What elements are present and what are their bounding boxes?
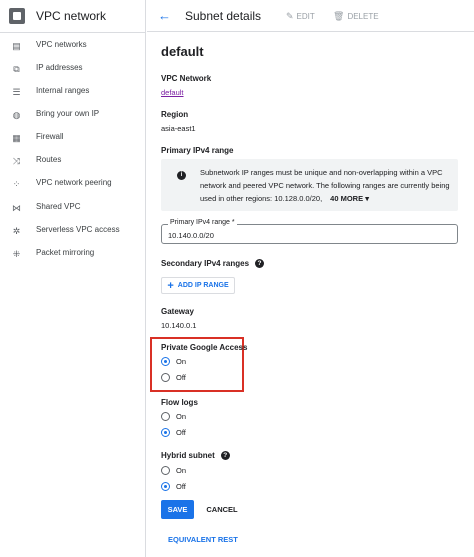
sidebar-item-label: Bring your own IP: [36, 109, 100, 118]
hybrid-subnet-heading: Hybrid subnet?: [161, 451, 230, 461]
private-access-on-radio[interactable]: On: [161, 357, 186, 366]
info-banner: i Subnetwork IP ranges must be unique an…: [161, 159, 458, 211]
vpc-network-label: VPC Network: [161, 74, 212, 83]
flow-logs-label: Flow logs: [161, 398, 198, 407]
back-arrow-icon[interactable]: ←: [158, 9, 172, 23]
peering-icon: ⁘: [12, 179, 21, 189]
hybrid-subnet-label: Hybrid subnet: [161, 451, 215, 460]
save-button[interactable]: SAVE: [161, 500, 194, 519]
secondary-ranges-heading: Secondary IPv4 ranges?: [161, 259, 265, 269]
radio-selected-icon: [161, 482, 170, 491]
gateway-value: 10.140.0.1: [161, 321, 197, 330]
globe-icon: ◍: [12, 110, 21, 120]
radio-unselected-icon: [161, 373, 170, 382]
plus-icon: +: [167, 279, 174, 292]
sidebar-item-label: Shared VPC: [36, 202, 81, 211]
radio-label: Off: [176, 428, 186, 437]
primary-range-field-label: Primary IPv4 range *: [168, 219, 237, 226]
radio-label: On: [176, 357, 187, 366]
sidebar-item-routes[interactable]: ⤨ Routes: [0, 151, 146, 171]
private-google-access-label: Private Google Access: [161, 343, 248, 352]
sidebar-item-label: Firewall: [36, 132, 64, 141]
flow-logs-off-radio[interactable]: Off: [161, 428, 186, 437]
region-value: asia-east1: [161, 124, 196, 133]
edit-button[interactable]: ✎ EDIT: [286, 11, 315, 22]
primary-range-value: 10.140.0.0/20: [168, 231, 214, 240]
private-access-off-radio[interactable]: Off: [161, 373, 186, 382]
top-bar: ← Subnet details ✎ EDIT 🗑 DELETE: [147, 0, 474, 32]
caret-down-icon: ▾: [365, 194, 369, 203]
sidebar: VPC network ▤ VPC networks ⧉ IP addresse…: [0, 0, 146, 557]
sidebar-item-label: Packet mirroring: [36, 248, 95, 257]
hybrid-subnet-off-radio[interactable]: Off: [161, 482, 186, 491]
radio-label: On: [176, 466, 187, 475]
info-icon: i: [177, 171, 186, 180]
flow-logs-on-radio[interactable]: On: [161, 412, 186, 421]
delete-button[interactable]: 🗑 DELETE: [333, 11, 379, 22]
secondary-ranges-label: Secondary IPv4 ranges: [161, 259, 250, 268]
radio-unselected-icon: [161, 466, 170, 475]
sidebar-item-packet-mirroring[interactable]: ⁜ Packet mirroring: [0, 244, 146, 264]
sidebar-title: VPC network: [36, 9, 107, 23]
hybrid-subnet-on-radio[interactable]: On: [161, 466, 186, 475]
more-ranges-toggle[interactable]: 40 MORE ▾: [330, 194, 369, 203]
routes-icon: ⤨: [12, 156, 21, 166]
info-message: Subnetwork IP ranges must be unique and …: [200, 168, 450, 203]
radio-label: Off: [176, 482, 186, 491]
sidebar-item-label: Routes: [36, 155, 62, 164]
sidebar-item-label: VPC networks: [36, 40, 87, 49]
packet-mirroring-icon: ⁜: [12, 249, 21, 259]
ip-addresses-icon: ⧉: [13, 64, 20, 74]
sidebar-item-bring-your-own-ip[interactable]: ◍ Bring your own IP: [0, 105, 146, 125]
sidebar-item-ip-addresses[interactable]: ⧉ IP addresses: [0, 59, 146, 79]
delete-label: DELETE: [347, 12, 379, 21]
add-ip-range-button[interactable]: + ADD IP RANGE: [161, 277, 235, 294]
radio-selected-icon: [161, 428, 170, 437]
gateway-label: Gateway: [161, 307, 194, 316]
help-icon[interactable]: ?: [255, 259, 265, 269]
equivalent-rest-button[interactable]: EQUIVALENT REST: [168, 535, 238, 544]
sidebar-item-internal-ranges[interactable]: ☰ Internal ranges: [0, 82, 146, 102]
sidebar-item-shared-vpc[interactable]: ⋈ Shared VPC: [0, 198, 146, 218]
cancel-button[interactable]: CANCEL: [205, 500, 239, 519]
help-icon[interactable]: ?: [220, 451, 230, 461]
sidebar-item-label: Internal ranges: [36, 86, 90, 95]
sidebar-item-label: VPC network peering: [36, 178, 112, 187]
vpc-network-link[interactable]: default: [161, 88, 184, 97]
serverless-icon: ✲: [12, 226, 21, 236]
subnet-name: default: [161, 44, 204, 59]
sidebar-item-label: IP addresses: [36, 63, 83, 72]
sidebar-item-firewall[interactable]: ▦ Firewall: [0, 128, 146, 148]
vpc-network-logo-icon: [9, 8, 25, 24]
edit-label: EDIT: [296, 12, 315, 21]
shared-vpc-icon: ⋈: [12, 203, 21, 213]
radio-selected-icon: [161, 357, 170, 366]
sidebar-item-vpc-networks[interactable]: ▤ VPC networks: [0, 36, 146, 56]
radio-label: Off: [176, 373, 186, 382]
internal-ranges-icon: ☰: [12, 87, 21, 97]
vpc-networks-icon: ▤: [12, 41, 21, 51]
trash-icon: 🗑: [333, 11, 345, 21]
sidebar-item-vpc-network-peering[interactable]: ⁘ VPC network peering: [0, 174, 146, 194]
more-ranges-label: 40 MORE: [330, 194, 364, 203]
add-ip-range-label: ADD IP RANGE: [177, 282, 229, 289]
firewall-icon: ▦: [12, 133, 21, 143]
sidebar-item-label: Serverless VPC access: [36, 225, 120, 234]
pencil-icon: ✎: [286, 11, 294, 21]
info-text: Subnetwork IP ranges must be unique and …: [200, 166, 450, 205]
primary-range-label: Primary IPv4 range: [161, 146, 234, 155]
sidebar-divider: [0, 32, 146, 33]
page-title: Subnet details: [185, 9, 262, 23]
region-label: Region: [161, 110, 189, 119]
primary-range-input[interactable]: Primary IPv4 range * 10.140.0.0/20: [161, 219, 458, 244]
subnet-details-panel: default VPC Network default Region asia-…: [147, 33, 474, 557]
sidebar-item-serverless-vpc-access[interactable]: ✲ Serverless VPC access: [0, 221, 146, 241]
sidebar-header: VPC network: [0, 0, 146, 32]
radio-unselected-icon: [161, 412, 170, 421]
radio-label: On: [176, 412, 187, 421]
